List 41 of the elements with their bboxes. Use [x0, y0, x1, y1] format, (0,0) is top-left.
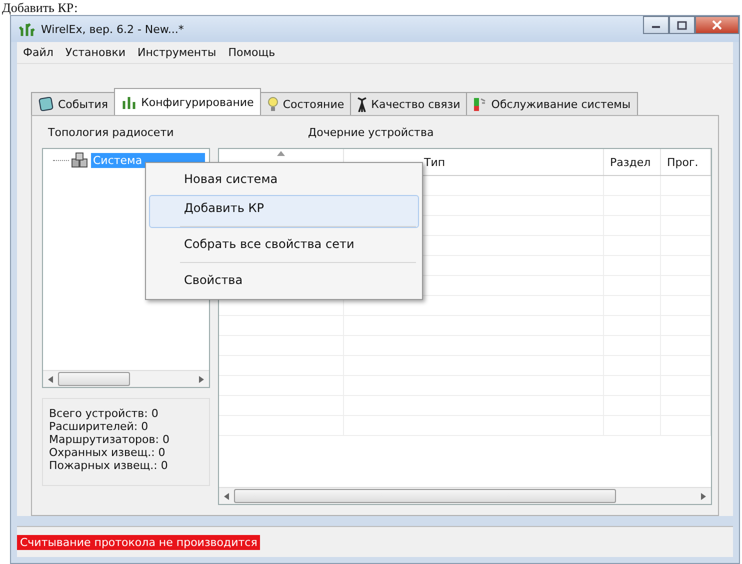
stat-line: Пожарных извещ.: 0 [49, 459, 169, 472]
lightbulb-icon [266, 96, 279, 112]
menu-item[interactable]: Помощь [228, 46, 276, 59]
tab[interactable]: Состояние [260, 92, 352, 115]
minimize-button[interactable] [643, 16, 669, 34]
stat-line: Расширителей: 0 [49, 420, 150, 433]
tab[interactable]: Обслуживание системы [466, 92, 638, 115]
left-arrow-icon [224, 492, 229, 500]
left-arrow-icon [48, 376, 53, 382]
close-button[interactable] [695, 16, 739, 34]
maximize-icon [677, 20, 687, 30]
cubes-icon [71, 152, 89, 168]
stat-line: Маршрутизаторов: 0 [49, 433, 170, 446]
document-caption: Добавить КР: [1, 0, 79, 15]
column-header[interactable]: Раздел [604, 149, 661, 175]
notepad-icon [38, 97, 54, 111]
tab[interactable]: Качество связи [350, 92, 468, 115]
horizontal-scrollbar[interactable] [219, 487, 711, 504]
menu-item[interactable]: Файл [23, 46, 54, 59]
stat-line: Охранных извещ.: 0 [49, 446, 166, 459]
tab[interactable]: События [31, 92, 116, 115]
status-message: Считывание протокола не производится [17, 534, 260, 550]
right-arrow-icon [199, 376, 204, 382]
tab[interactable]: Конфигурирование [114, 88, 261, 115]
antenna-icon [357, 96, 368, 112]
right-arrow-icon [701, 492, 706, 500]
context-menu-item[interactable]: Добавить КР [149, 195, 419, 228]
horizontal-scrollbar[interactable] [43, 370, 209, 387]
menu-item[interactable]: Установки [65, 46, 126, 59]
section-label: Дочерние устройства [307, 126, 435, 141]
section-label: Топология радиосети [47, 126, 175, 141]
thermometer-icon [473, 96, 488, 112]
close-icon [712, 20, 722, 30]
stat-line: Всего устройств: 0 [49, 407, 160, 420]
context-menu-item[interactable]: Свойства [149, 267, 419, 293]
maximize-button[interactable] [669, 16, 695, 34]
window-title: WirelEx, вер. 6.2 - New...* [41, 22, 184, 36]
plant-icon [19, 22, 35, 36]
plant-icon [121, 95, 138, 109]
menu-item[interactable]: Инструменты [138, 46, 216, 59]
column-header[interactable]: Прог. [661, 149, 711, 175]
